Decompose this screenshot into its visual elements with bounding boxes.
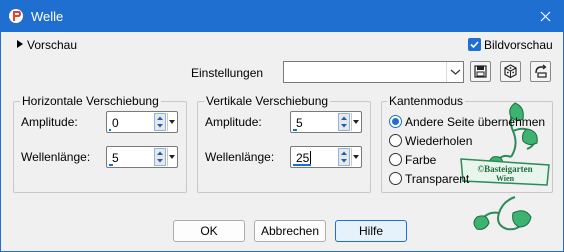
- chevron-down-icon: [169, 120, 175, 124]
- horizontal-wavelength-label: Wellenlänge:: [21, 150, 91, 164]
- app-logo-icon: [9, 9, 23, 23]
- horizontal-wavelength-stepper[interactable]: [154, 148, 166, 166]
- spin-up-down-icon: [341, 116, 347, 128]
- vertical-amplitude-slider-button[interactable]: [351, 113, 360, 131]
- cancel-button[interactable]: Abbrechen: [254, 220, 326, 242]
- watermark-line1: ©Basteigarten: [477, 164, 532, 174]
- reset-default-button[interactable]: [530, 61, 551, 82]
- vertical-amplitude-input[interactable]: 5: [290, 111, 362, 133]
- settings-label: Einstellungen: [191, 66, 264, 80]
- save-preset-icon: [474, 65, 487, 78]
- checkmark-icon: [470, 41, 479, 49]
- close-button[interactable]: [527, 1, 563, 32]
- vertical-amplitude-stepper[interactable]: [338, 113, 350, 131]
- edge-mode-option-label[interactable]: Farbe: [405, 153, 436, 167]
- help-button[interactable]: Hilfe: [335, 220, 407, 242]
- horizontal-amplitude-input[interactable]: 0: [106, 111, 178, 133]
- watermark-line2: Wien: [496, 174, 515, 183]
- reset-default-icon: [535, 64, 547, 78]
- horizontal-wavelength-level: [109, 164, 113, 166]
- bildvorschau-label: Bildvorschau: [484, 38, 553, 52]
- vertical-wavelength-input[interactable]: 25: [290, 146, 362, 168]
- edge-mode-radio-transparent[interactable]: [389, 172, 402, 185]
- edge-mode-radio-farbe[interactable]: [389, 153, 402, 166]
- edge-mode-option-label[interactable]: Transparent: [405, 172, 469, 186]
- vertical-shift-legend: Vertikale Verschiebung: [204, 94, 331, 108]
- chevron-down-icon: [450, 69, 461, 75]
- dice-randomize-icon: [504, 64, 517, 79]
- horizontal-wavelength-slider-button[interactable]: [167, 148, 176, 166]
- horizontal-amplitude-value: 0: [112, 116, 119, 130]
- horizontal-wavelength-value: 5: [112, 151, 119, 165]
- vertical-amplitude-value: 5: [296, 116, 303, 130]
- chevron-down-icon: [353, 120, 359, 124]
- vertical-wavelength-label: Wellenlänge:: [205, 150, 275, 164]
- spin-up-down-icon: [157, 151, 163, 163]
- chevron-down-icon: [169, 155, 175, 159]
- vertical-wavelength-slider-button[interactable]: [351, 148, 360, 166]
- vertical-amplitude-level: [293, 129, 297, 131]
- randomize-button[interactable]: [500, 61, 521, 82]
- bildvorschau-checkbox[interactable]: [468, 38, 481, 51]
- title-bar[interactable]: Welle: [1, 1, 563, 32]
- save-preset-button[interactable]: [470, 61, 491, 82]
- edge-mode-option-label[interactable]: Wiederholen: [405, 134, 472, 148]
- chevron-down-icon: [353, 155, 359, 159]
- horizontal-amplitude-label: Amplitude:: [21, 115, 78, 129]
- edge-mode-option-label[interactable]: Andere Seite übernehmen: [405, 115, 545, 129]
- vertical-wavelength-value: 25: [296, 151, 310, 165]
- dialog-window: Welle Vorschau Bildvorschau Einstellunge…: [0, 0, 564, 252]
- vertical-wavelength-level: [293, 164, 311, 166]
- preview-toggle-label[interactable]: Vorschau: [27, 38, 77, 52]
- edge-mode-radio-wiederholen[interactable]: [389, 134, 402, 147]
- edge-mode-legend: Kantenmodus: [387, 94, 466, 108]
- vertical-wavelength-stepper[interactable]: [338, 148, 350, 166]
- spin-up-down-icon: [157, 116, 163, 128]
- window-title: Welle: [31, 9, 64, 24]
- ok-button[interactable]: OK: [173, 220, 245, 242]
- expand-arrow-icon[interactable]: [16, 39, 24, 49]
- horizontal-shift-legend: Horizontale Verschiebung: [20, 94, 161, 108]
- horizontal-wavelength-input[interactable]: 5: [106, 146, 178, 168]
- vertical-amplitude-label: Amplitude:: [205, 115, 262, 129]
- horizontal-amplitude-level: [109, 129, 111, 131]
- settings-preset-select[interactable]: [283, 61, 464, 83]
- spin-up-down-icon: [341, 151, 347, 163]
- settings-dropdown-button[interactable]: [446, 62, 463, 82]
- close-icon: [540, 11, 550, 22]
- text-cursor: [310, 151, 311, 164]
- edge-mode-radio-andere-seite[interactable]: [389, 115, 402, 128]
- horizontal-amplitude-stepper[interactable]: [154, 113, 166, 131]
- horizontal-amplitude-slider-button[interactable]: [167, 113, 176, 131]
